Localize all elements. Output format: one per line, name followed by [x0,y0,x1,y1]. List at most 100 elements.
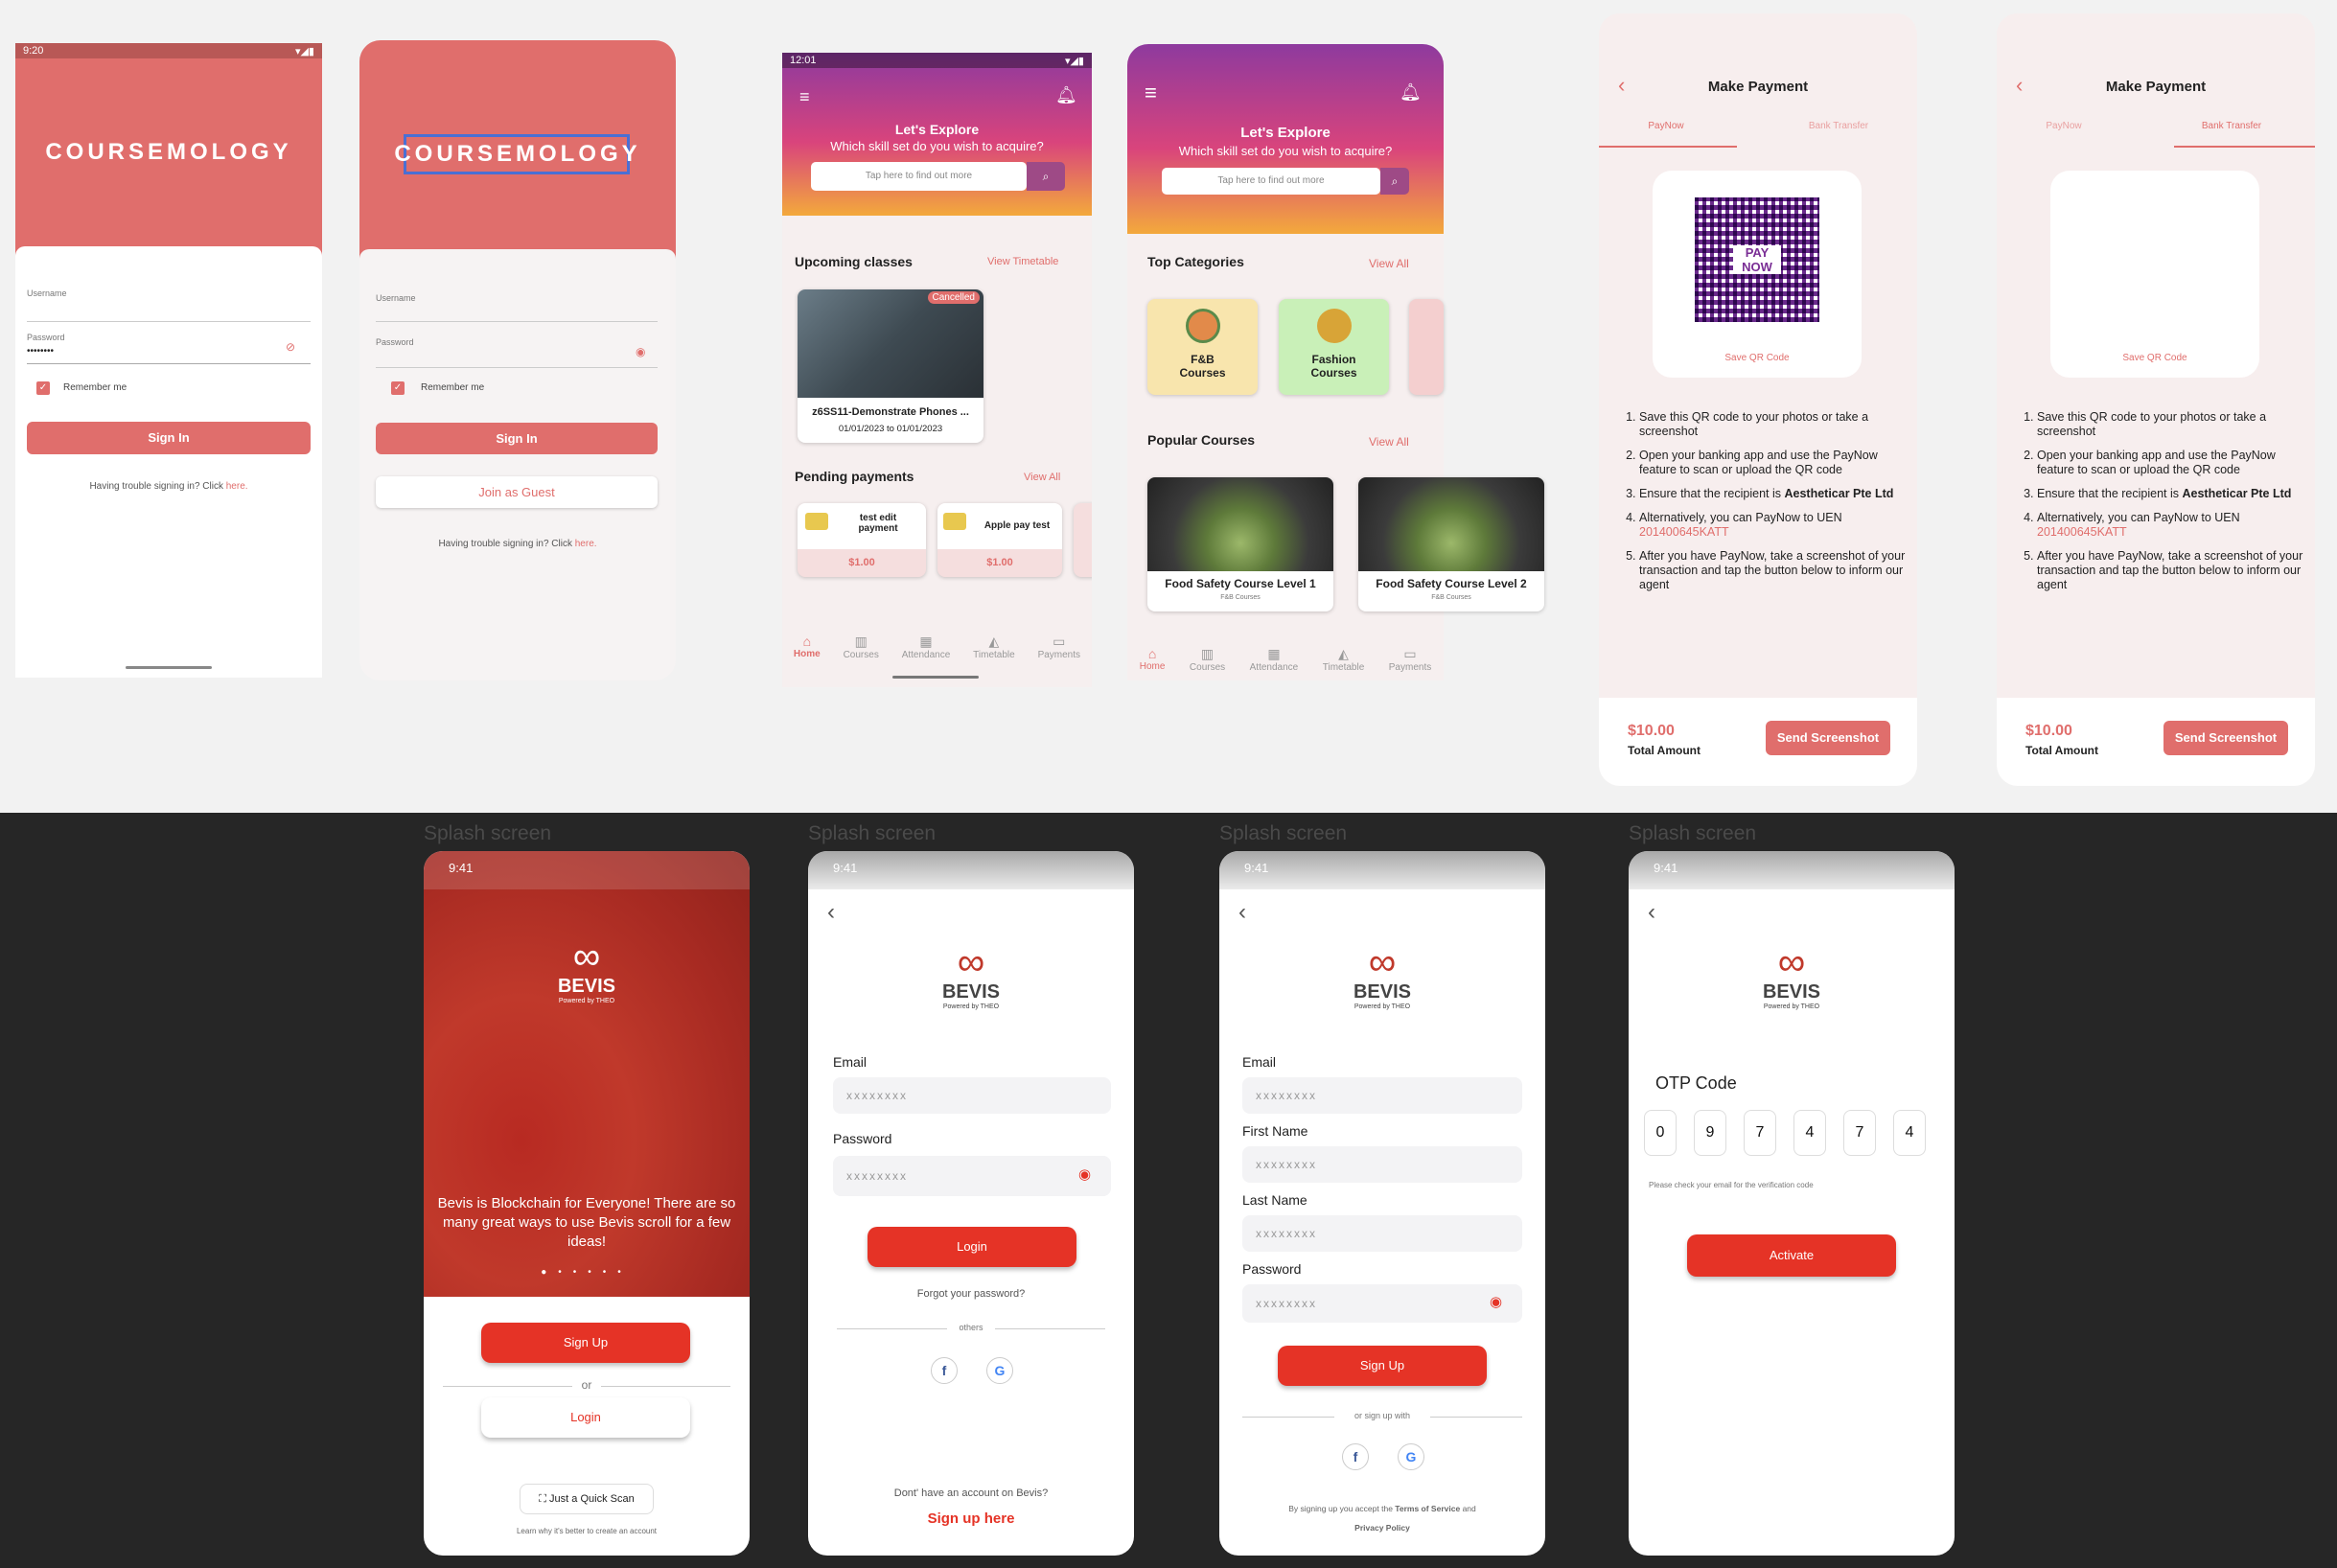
save-qr-button[interactable]: Save QR Code [1653,353,1862,363]
last-name-input[interactable]: xxxxxxxx [1242,1215,1522,1252]
book-icon: ▥ [1200,646,1215,661]
nav-timetable[interactable]: ◭ Timetable [1323,646,1365,673]
eye-icon[interactable]: ◉ [1490,1293,1502,1310]
username-input[interactable] [27,321,311,322]
email-input[interactable]: xxxxxxxx [833,1077,1111,1114]
tab-bank-transfer[interactable]: Bank Transfer [1771,121,1906,131]
learn-why-text: Learn why it's better to create an accou… [516,1527,658,1535]
otp-digit[interactable]: 4 [1793,1110,1826,1156]
email-input[interactable]: xxxxxxxx [1242,1077,1522,1114]
terms-text: By signing up you accept the Terms of Se… [1219,1499,1545,1537]
nav-home[interactable]: ⌂ Home [1140,646,1166,673]
terms-link[interactable]: Terms of Service [1395,1504,1460,1513]
facebook-icon[interactable]: f [931,1357,958,1384]
otp-digit[interactable]: 9 [1694,1110,1726,1156]
view-all-courses-link[interactable]: View All [1369,435,1409,449]
back-icon[interactable]: ‹ [1238,899,1246,926]
eye-icon[interactable]: ◉ [636,345,645,358]
view-all-payments-link[interactable]: View All [1024,472,1060,483]
upcoming-title: Upcoming classes [795,254,913,269]
trouble-label: Having trouble signing in? Click [438,539,572,549]
nav-timetable[interactable]: ◭ Timetable [973,634,1015,660]
send-screenshot-button[interactable]: Send Screenshot [2163,721,2288,755]
eye-icon[interactable]: ◉ [1078,1165,1091,1183]
bell-icon[interactable]: 🔔︎ [1055,85,1077,105]
otp-digit[interactable]: 4 [1893,1110,1926,1156]
activate-button[interactable]: Activate [1687,1234,1896,1277]
category-card-fashion[interactable]: Fashion Courses [1279,299,1389,395]
status-time: 9:41 [1219,851,1545,889]
username-label: Username [376,293,416,303]
nav-courses[interactable]: ▥ Courses [844,634,879,660]
search-button[interactable]: ⌕ [1380,168,1409,195]
bell-icon[interactable]: 🔔︎ [1400,82,1422,103]
otp-digit[interactable]: 0 [1644,1110,1677,1156]
login-button[interactable]: Login [868,1227,1076,1267]
password-input[interactable]: •••••••• [27,346,54,357]
powered-by: Powered by THEO [942,1003,1000,1010]
search-input[interactable]: Tap here to find out more [811,162,1027,191]
password-input[interactable]: xxxxxxxx [833,1156,1111,1196]
page-dots[interactable]: ●••••• [424,1267,750,1278]
nav-home[interactable]: ⌂ Home [794,634,821,660]
password-input[interactable]: xxxxxxxx [1242,1284,1522,1323]
tab-paynow[interactable]: PayNow [1599,121,1733,131]
tab-paynow[interactable]: PayNow [1997,121,2131,131]
login-button[interactable]: Login [481,1397,690,1438]
facebook-icon[interactable]: f [1342,1443,1369,1470]
send-screenshot-button[interactable]: Send Screenshot [1766,721,1890,755]
save-qr-button[interactable]: Save QR Code [2050,353,2259,363]
here-link[interactable]: here. [226,481,248,492]
menu-icon[interactable]: ≡ [1145,81,1157,105]
category-card-fnb[interactable]: F&B Courses [1147,299,1258,395]
quick-scan-button[interactable]: ⛶ Just a Quick Scan [520,1484,654,1514]
course-card[interactable]: Food Safety Course Level 2 F&B Courses [1358,477,1544,611]
search-input[interactable]: Tap here to find out more [1162,168,1380,195]
bevis-logo: ∞ BEVIS Powered by THEO [923,943,1019,1010]
sign-in-button[interactable]: Sign In [27,422,311,454]
sign-up-button[interactable]: Sign Up [1278,1346,1487,1386]
remember-checkbox[interactable]: ✓ [391,381,405,395]
payment-card[interactable]: Apple pay test $1.00 [937,503,1062,577]
sign-up-button[interactable]: Sign Up [481,1323,690,1363]
google-icon[interactable]: G [986,1357,1013,1384]
nav-attendance[interactable]: ▦ Attendance [902,634,951,660]
total-label: Total Amount [2025,744,2098,757]
class-card[interactable]: Cancelled z6SS11-Demonstrate Phones ... … [798,289,983,443]
nav-attendance[interactable]: ▦ Attendance [1250,646,1299,673]
step-3-text: Ensure that the recipient is [2037,487,2179,500]
remember-checkbox[interactable]: ✓ [36,381,50,395]
category-card-partial[interactable] [1409,299,1444,395]
join-guest-button[interactable]: Join as Guest [376,476,658,508]
payment-card-partial[interactable] [1074,503,1092,577]
nav-payments[interactable]: ▭ Payments [1389,646,1431,673]
first-name-input[interactable]: xxxxxxxx [1242,1146,1522,1183]
nav-courses[interactable]: ▥ Courses [1190,646,1225,673]
view-all-categories-link[interactable]: View All [1369,257,1409,270]
username-input[interactable] [376,321,658,322]
here-link[interactable]: here. [575,539,597,549]
privacy-link[interactable]: Privacy Policy [1354,1523,1410,1533]
otp-digit[interactable]: 7 [1843,1110,1876,1156]
sign-in-button[interactable]: Sign In [376,423,658,454]
otp-digit[interactable]: 7 [1744,1110,1776,1156]
nav-label: Attendance [901,650,951,660]
nav-payments[interactable]: ▭ Payments [1038,634,1080,660]
forgot-password-link[interactable]: Forgot your password? [808,1288,1134,1300]
infinity-icon: ∞ [1777,941,1806,983]
back-icon[interactable]: ‹ [827,899,835,926]
tab-bank-transfer[interactable]: Bank Transfer [2164,121,2299,131]
nav-label: Payments [1037,650,1081,660]
sign-up-link[interactable]: Sign up here [808,1510,1134,1527]
google-icon[interactable]: G [1398,1443,1424,1470]
payment-card[interactable]: test edit payment $1.00 [798,503,926,577]
view-timetable-link[interactable]: View Timetable [987,256,1058,267]
back-icon[interactable]: ‹ [1648,899,1655,926]
course-card[interactable]: Food Safety Course Level 1 F&B Courses [1147,477,1333,611]
bottom-nav: ⌂ Home ▥ Courses ▦ Attendance ◭ Timetable ▭ P… [782,634,1092,660]
password-input[interactable] [376,367,658,368]
search-button[interactable]: ⌕ [1027,162,1065,191]
eye-off-icon[interactable]: ⊘ [286,340,295,354]
menu-icon[interactable]: ≡ [799,87,810,107]
step-3-text: Ensure that the recipient is [1639,487,1781,500]
